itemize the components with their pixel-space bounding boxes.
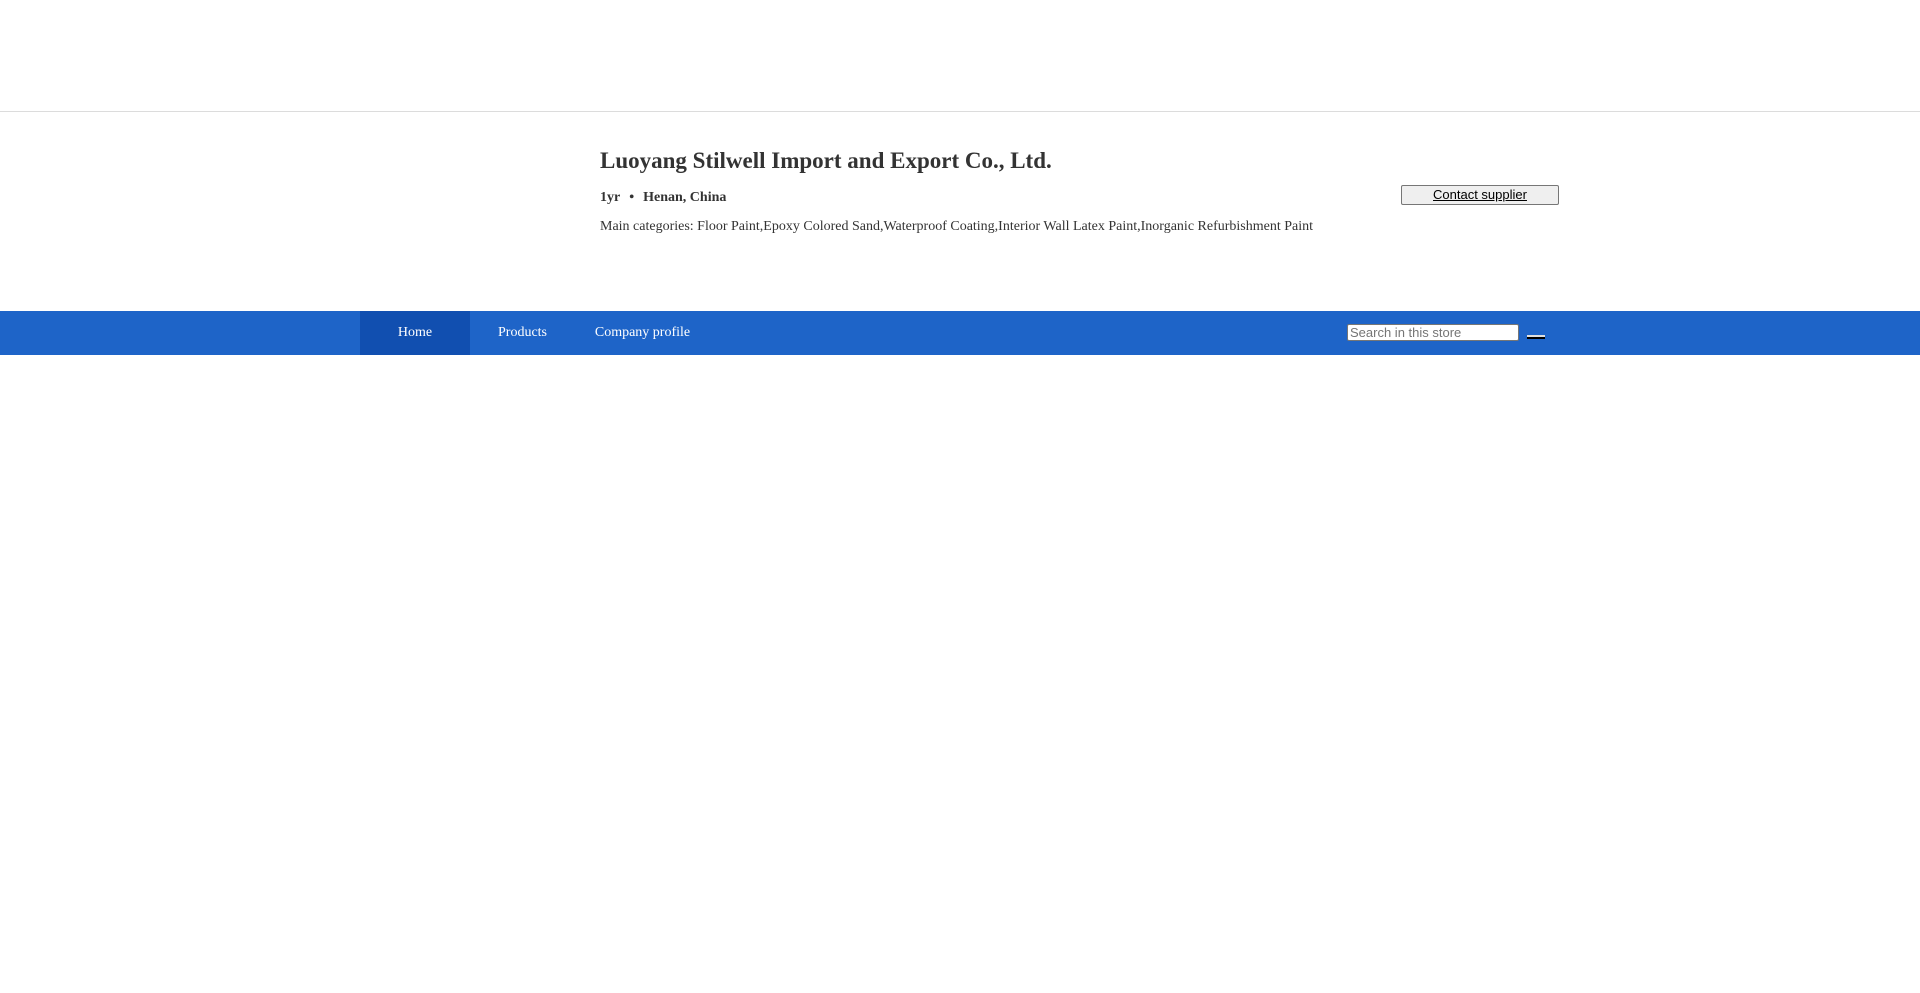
- nav-item-home[interactable]: Home: [360, 311, 470, 355]
- store-nav-bar: Home Products Company profile: [0, 311, 1920, 355]
- company-years: 1yr: [600, 190, 621, 205]
- company-name: Luoyang Stilwell Import and Export Co., …: [600, 148, 1052, 173]
- store-search-button[interactable]: [1527, 335, 1545, 339]
- contact-supplier-button[interactable]: Contact supplier: [1401, 185, 1559, 205]
- site-top-bar: [0, 0, 1920, 112]
- nav-item-company-profile[interactable]: Company profile: [575, 311, 710, 355]
- company-header: Luoyang Stilwell Import and Export Co., …: [0, 112, 1920, 310]
- company-location: Henan, China: [643, 190, 727, 205]
- main-categories: Main categories: Floor Paint,Epoxy Color…: [600, 219, 1314, 234]
- company-meta: 1yr • Henan, China: [600, 190, 726, 206]
- store-search-input[interactable]: [1347, 324, 1519, 341]
- meta-separator: •: [629, 190, 635, 205]
- nav-item-products[interactable]: Products: [470, 311, 575, 355]
